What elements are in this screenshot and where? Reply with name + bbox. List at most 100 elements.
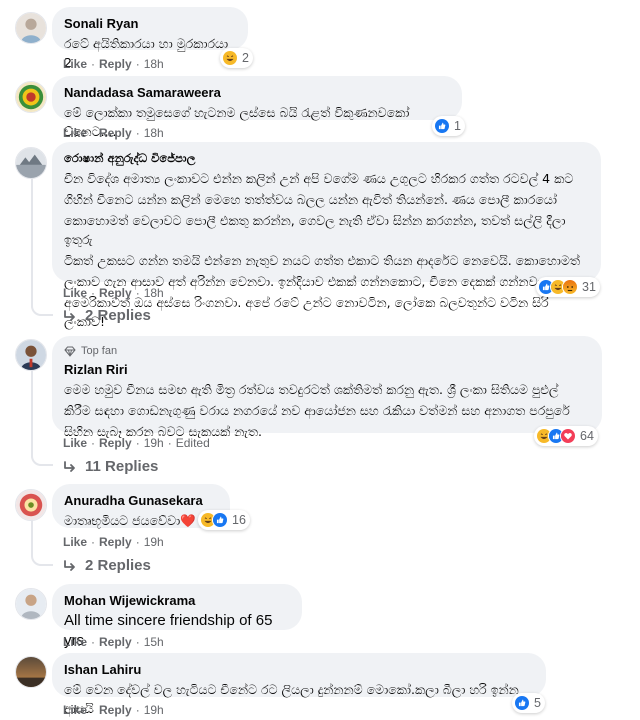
thread-line xyxy=(31,176,33,308)
reaction-summary[interactable]: 2 xyxy=(220,48,253,68)
reply-button[interactable]: Reply xyxy=(99,286,132,300)
reaction-summary[interactable]: 16 xyxy=(198,510,250,530)
edited-label[interactable]: Edited xyxy=(176,436,210,450)
separator: · xyxy=(91,286,96,300)
separator: · xyxy=(135,436,140,450)
comment-actions: Like · Reply · 18h xyxy=(63,286,164,300)
top-fan-label: Top fan xyxy=(81,345,118,357)
comment-actions: Like · Reply · 19h · Edited xyxy=(63,436,210,450)
separator: · xyxy=(91,535,96,549)
avatar[interactable] xyxy=(15,81,47,113)
timestamp[interactable]: 19h xyxy=(144,436,164,450)
comment-text-line: මෙම හමුව චීනය සමඟ ඇති මිත්‍ර රත්වය තවදුර… xyxy=(64,382,559,397)
timestamp[interactable]: 18h xyxy=(144,286,164,300)
like-button[interactable]: Like xyxy=(63,535,87,549)
reaction-summary[interactable]: 64 xyxy=(534,426,598,446)
comment-author[interactable]: Rizlan Riri xyxy=(64,361,590,378)
comment-bubble: Top fan Rizlan Riri මෙම හමුව චීනය සමඟ ඇත… xyxy=(52,336,602,439)
thread-elbow xyxy=(31,550,53,566)
separator: · xyxy=(135,57,140,71)
reaction-summary[interactable]: 1 xyxy=(432,116,465,136)
reply-button[interactable]: Reply xyxy=(99,57,132,71)
thread-elbow xyxy=(31,300,53,316)
separator: · xyxy=(135,703,140,717)
reply-button[interactable]: Reply xyxy=(99,126,132,140)
timestamp[interactable]: 18h xyxy=(144,126,164,140)
like-button[interactable]: Like xyxy=(63,126,87,140)
comment-text: මාතෘභූමියට ජයවේවා❤️ xyxy=(64,513,196,528)
comment-text-line: කොහොමත් වෙලාවට පොලී එකතු කරන්න, ගෙවල නැත… xyxy=(64,213,566,247)
top-fan-badge[interactable]: Top fan xyxy=(64,344,590,358)
view-replies-link[interactable]: 2 Replies xyxy=(63,307,151,324)
comment-author[interactable]: රොෂාන් අනුරුද්ධ විජේපාල xyxy=(64,150,589,167)
love-reaction-icon xyxy=(560,428,576,444)
like-button[interactable]: Like xyxy=(63,286,87,300)
timestamp[interactable]: 18h xyxy=(144,57,164,71)
comment-text-line: චීන විදේශ අමාත්‍ය ලංකාවට එන්න කලින් උන් … xyxy=(64,171,574,186)
view-replies-link[interactable]: 11 Replies xyxy=(63,458,158,475)
separator: · xyxy=(135,635,140,649)
comment-text-line: ගිහින් චීනෙට යන්න කලින් මෙහෙ තත්ත්වය බලල… xyxy=(64,192,557,207)
timestamp[interactable]: 19h xyxy=(144,535,164,549)
view-replies-label: 2 Replies xyxy=(85,557,151,574)
avatar[interactable] xyxy=(15,489,47,521)
comment-author[interactable]: Sonali Ryan xyxy=(64,15,236,32)
reaction-summary[interactable]: 5 xyxy=(512,693,545,713)
avatar[interactable] xyxy=(15,147,47,179)
comment-author[interactable]: Nandadasa Samaraweera xyxy=(64,84,450,101)
reaction-count: 31 xyxy=(582,280,596,294)
like-reaction-icon xyxy=(514,695,530,711)
avatar[interactable] xyxy=(15,588,47,620)
reaction-count: 2 xyxy=(242,51,249,65)
angry-reaction-icon xyxy=(562,279,578,295)
thread-elbow xyxy=(31,450,53,466)
like-reaction-icon xyxy=(434,118,450,134)
like-button[interactable]: Like xyxy=(63,703,87,717)
timestamp[interactable]: 15h xyxy=(144,635,164,649)
reply-button[interactable]: Reply xyxy=(99,535,132,549)
like-button[interactable]: Like xyxy=(63,436,87,450)
view-replies-label: 11 Replies xyxy=(85,458,159,475)
view-replies-link[interactable]: 2 Replies xyxy=(63,557,151,574)
separator: · xyxy=(167,436,172,450)
haha-reaction-icon xyxy=(222,50,238,66)
reply-button[interactable]: Reply xyxy=(99,635,132,649)
avatar[interactable] xyxy=(15,12,47,44)
view-replies-label: 2 Replies xyxy=(85,307,151,324)
like-button[interactable]: Like xyxy=(63,57,87,71)
separator: · xyxy=(91,57,96,71)
avatar[interactable] xyxy=(15,339,47,371)
comment-text-line: කිරීම සඳහා ගොඩනැගුණු වරාය නගරයේ නව ආයෝජන… xyxy=(64,403,570,418)
comment-actions: Like · Reply · 18h xyxy=(63,57,164,71)
reaction-count: 64 xyxy=(580,429,594,443)
reply-arrow-icon xyxy=(64,309,75,321)
comment-actions: Like · Reply · 19h xyxy=(63,703,164,717)
comment-actions: Like · Reply · 19h xyxy=(63,535,164,549)
comment-bubble: Ishan Lahiru මේ වෙන දේවල් වල හැටියට චීනේ… xyxy=(52,653,546,716)
separator: · xyxy=(91,703,96,717)
separator: · xyxy=(135,286,140,300)
timestamp[interactable]: 19h xyxy=(144,703,164,717)
comment-bubble: Sonali Ryan රටේ අයිතිකාරයා හා මුරකාරයා 2 xyxy=(52,7,248,70)
separator: · xyxy=(91,126,96,140)
separator: · xyxy=(91,436,96,450)
reaction-summary[interactable]: 31 xyxy=(536,277,600,297)
thread-line xyxy=(31,368,33,458)
like-reaction-icon xyxy=(212,512,228,528)
separator: · xyxy=(91,635,96,649)
reply-button[interactable]: Reply xyxy=(99,436,132,450)
separator: · xyxy=(135,126,140,140)
comment-author[interactable]: Mohan Wijewickrama xyxy=(64,592,290,609)
reply-button[interactable]: Reply xyxy=(99,703,132,717)
comment-author[interactable]: Ishan Lahiru xyxy=(64,661,534,678)
comment-bubble: Nandadasa Samaraweera මේ ලොක්කා තමුසෙගේ … xyxy=(52,76,462,139)
comment-actions: Like · Reply · 18h xyxy=(63,126,164,140)
like-button[interactable]: Like xyxy=(63,635,87,649)
comment-author[interactable]: Anuradha Gunasekara xyxy=(64,492,218,509)
separator: · xyxy=(135,535,140,549)
comment-bubble: රොෂාන් අනුරුද්ධ විජේපාල චීන විදේශ අමාත්‍… xyxy=(52,142,601,329)
reaction-count: 16 xyxy=(232,513,246,527)
comment-bubble: Mohan Wijewickrama All time sincere frie… xyxy=(52,584,302,649)
avatar[interactable] xyxy=(15,656,47,688)
diamond-icon xyxy=(64,346,76,357)
